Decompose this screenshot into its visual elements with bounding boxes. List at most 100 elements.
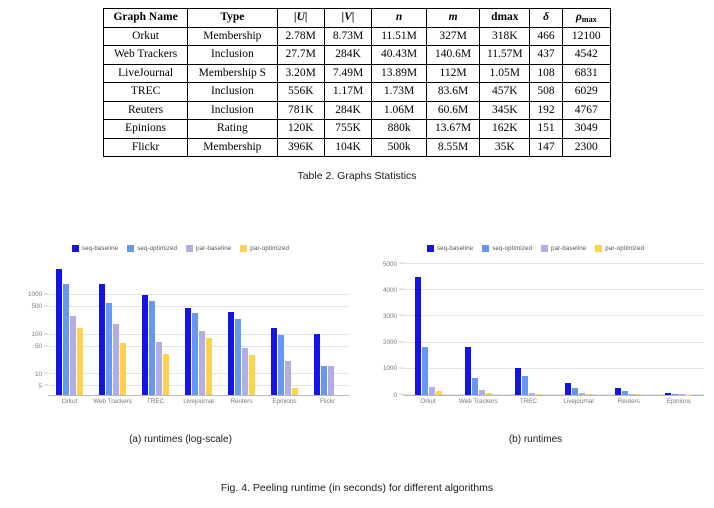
bar-group-trec: TREC (134, 264, 177, 405)
bar-par-optimized (435, 391, 442, 395)
subcaption-b: (b) runtimes (508, 434, 563, 445)
axes-a: 5 10 50 100 500 1000 Orkut Web Trackers TREC Live… (28, 264, 349, 405)
legend-entry-par-baseline: par-baseline (186, 244, 232, 252)
cell-rho: 4767 (561, 101, 612, 120)
cell-u: 120K (276, 119, 325, 139)
y-axis-tick-label: 5000 (382, 260, 397, 268)
table-row: LiveJournal Membership S 3.20M 7.49M 13.89M 1… (102, 64, 612, 83)
legend-entry-par-optimized: par-optimized (240, 244, 290, 252)
y-axis-tick-label: 3000 (382, 312, 397, 320)
table-header-row: Graph Name Type |U| |V| n m dmax δ ρmax (102, 8, 612, 28)
x-axis-tick-label: Epinions (666, 398, 692, 405)
cell-delta: 192 (529, 101, 563, 120)
bar-par-baseline (156, 342, 162, 395)
x-axis-tick-label: Flickr (319, 398, 336, 405)
x-axis-tick-label: TREC (146, 398, 165, 405)
cell-u: 27.7M (276, 45, 325, 65)
cell-v: 284K (323, 45, 373, 65)
table-row: Flickr Membership 396K 104K 500k 8.55M 35K 147 2… (102, 138, 612, 157)
x-axis-tick-label: Web Trackers (93, 398, 132, 405)
legend-label-seq-baseline: seq-baseline (81, 244, 119, 252)
cell-name: TREC (102, 82, 189, 102)
plot-area-b: 0 1000 2000 3000 4000 5000 Orkut Web Trackers TR… (363, 260, 708, 412)
cell-type: Membership (187, 138, 278, 157)
cell-type: Membership (187, 27, 278, 46)
column-header-m: m (425, 8, 481, 28)
x-axis-tick-label: Orkut (420, 398, 436, 405)
legend-entry-seq-baseline: seq-baseline (426, 244, 474, 252)
bar-seq-optimized (149, 300, 155, 395)
legend-swatch-seq-baseline (71, 244, 79, 252)
cell-delta: 151 (529, 119, 563, 139)
bar-group-trec: TREC (503, 264, 553, 405)
bar-par-baseline (428, 387, 435, 395)
cell-delta: 437 (529, 45, 563, 65)
bar-par-optimized (249, 355, 255, 395)
bar-groups: Orkut Web Trackers TREC Livejournal Reuters E… (48, 264, 349, 405)
bar-par-optimized (586, 393, 593, 395)
y-axis-tick-label: 0 (393, 391, 397, 399)
bar-group-web-trackers: Web Trackers (91, 264, 134, 405)
bar-seq-optimized (106, 302, 112, 395)
bar-par-optimized (292, 388, 298, 395)
bar-seq-baseline (464, 346, 471, 395)
cell-u: 781K (276, 101, 325, 120)
y-axis-tick-label: 2000 (382, 339, 397, 347)
bar-seq-optimized (63, 284, 69, 395)
bar-par-baseline (528, 393, 535, 395)
bar-par-baseline (629, 393, 636, 395)
bar-par-baseline (199, 330, 205, 395)
legend-label-par-baseline: par-baseline (196, 244, 232, 252)
bar-par-baseline (579, 393, 586, 395)
bar-seq-baseline (414, 277, 421, 395)
legend-label-seq-optimized: seq-optimized (137, 244, 178, 252)
y-axis-tick-label: 500 (31, 303, 42, 311)
bar-seq-baseline (99, 284, 105, 395)
bar-group-orkut: Orkut (403, 264, 453, 405)
x-axis-tick-label: Livejournal (563, 398, 594, 405)
column-header-graph-name: Graph Name (102, 8, 189, 28)
cell-rho: 12100 (561, 27, 612, 46)
cell-type: Inclusion (187, 82, 278, 102)
legend-label-par-optimized: par-optimized (250, 244, 290, 252)
cell-v: 755K (323, 119, 373, 139)
cell-v: 284K (323, 101, 373, 120)
bar-seq-optimized (622, 391, 629, 395)
bar-seq-optimized (321, 366, 327, 395)
y-axis-tick-label: 4000 (382, 286, 397, 294)
bar-group-web-trackers: Web Trackers (453, 264, 503, 405)
cell-n: 880k (371, 119, 427, 139)
subcaption-a: (a) runtimes (log-scale) (129, 434, 232, 445)
cell-type: Rating (187, 119, 278, 139)
cell-dmax: 318K (479, 27, 531, 46)
legend-swatch-par-optimized (240, 244, 248, 252)
legend-entry-par-optimized: par-optimized (595, 244, 644, 252)
bar-seq-baseline (514, 368, 521, 395)
bar-par-baseline (328, 366, 334, 395)
bar-seq-optimized (672, 393, 679, 395)
bar-groups: Orkut Web Trackers TREC Livejournal Reuters E… (403, 264, 704, 405)
bar-par-optimized (163, 353, 169, 395)
cell-m: 83.6M (425, 82, 481, 102)
bar-seq-optimized (278, 334, 284, 395)
cell-delta: 147 (529, 138, 563, 157)
cell-n: 1.73M (371, 82, 427, 102)
bar-seq-baseline (271, 327, 277, 395)
cell-rho: 4542 (561, 45, 612, 65)
bar-seq-optimized (521, 376, 528, 395)
y-axis-tick-label: 5 (38, 382, 42, 390)
legend-label-seq-baseline: seq-baseline (436, 244, 474, 252)
cell-dmax: 1.05M (479, 64, 531, 83)
cell-m: 327M (425, 27, 481, 46)
table-caption: Table 2. Graphs Statistics (297, 170, 417, 182)
bar-seq-optimized (235, 318, 241, 395)
bar-group-reuters: Reuters (604, 264, 654, 405)
cell-rho: 3049 (561, 119, 612, 139)
cell-dmax: 345K (479, 101, 531, 120)
cell-u: 396K (276, 138, 325, 157)
bar-par-optimized (535, 394, 542, 395)
bar-seq-baseline (228, 311, 234, 395)
bar-par-baseline (679, 394, 686, 395)
legend-swatch-seq-baseline (426, 244, 434, 252)
x-axis-tick-label: Orkut (61, 398, 78, 405)
